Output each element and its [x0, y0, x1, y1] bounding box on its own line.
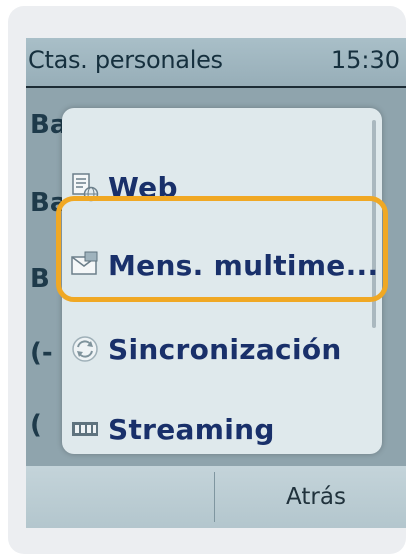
background-list-item: (-: [30, 338, 53, 368]
menu-item-label: Streaming: [108, 412, 275, 446]
status-title: Ctas. personales: [28, 46, 223, 74]
streaming-icon: [70, 414, 100, 444]
back-softkey[interactable]: Atrás: [226, 484, 406, 510]
softkey-bar: Atrás: [26, 466, 406, 528]
menu-item-sync[interactable]: Sincronización: [70, 314, 360, 384]
menu-item-streaming[interactable]: Streaming: [70, 394, 360, 464]
menu-item-label: Sincronización: [108, 332, 342, 366]
status-bar: Ctas. personales 15:30: [26, 38, 406, 88]
background-list-item: (: [30, 410, 42, 440]
background-list-item: B: [30, 264, 50, 294]
highlight-annotation: [56, 196, 388, 302]
softkey-divider: [214, 472, 215, 522]
sync-icon: [70, 334, 100, 364]
status-clock: 15:30: [330, 46, 400, 74]
